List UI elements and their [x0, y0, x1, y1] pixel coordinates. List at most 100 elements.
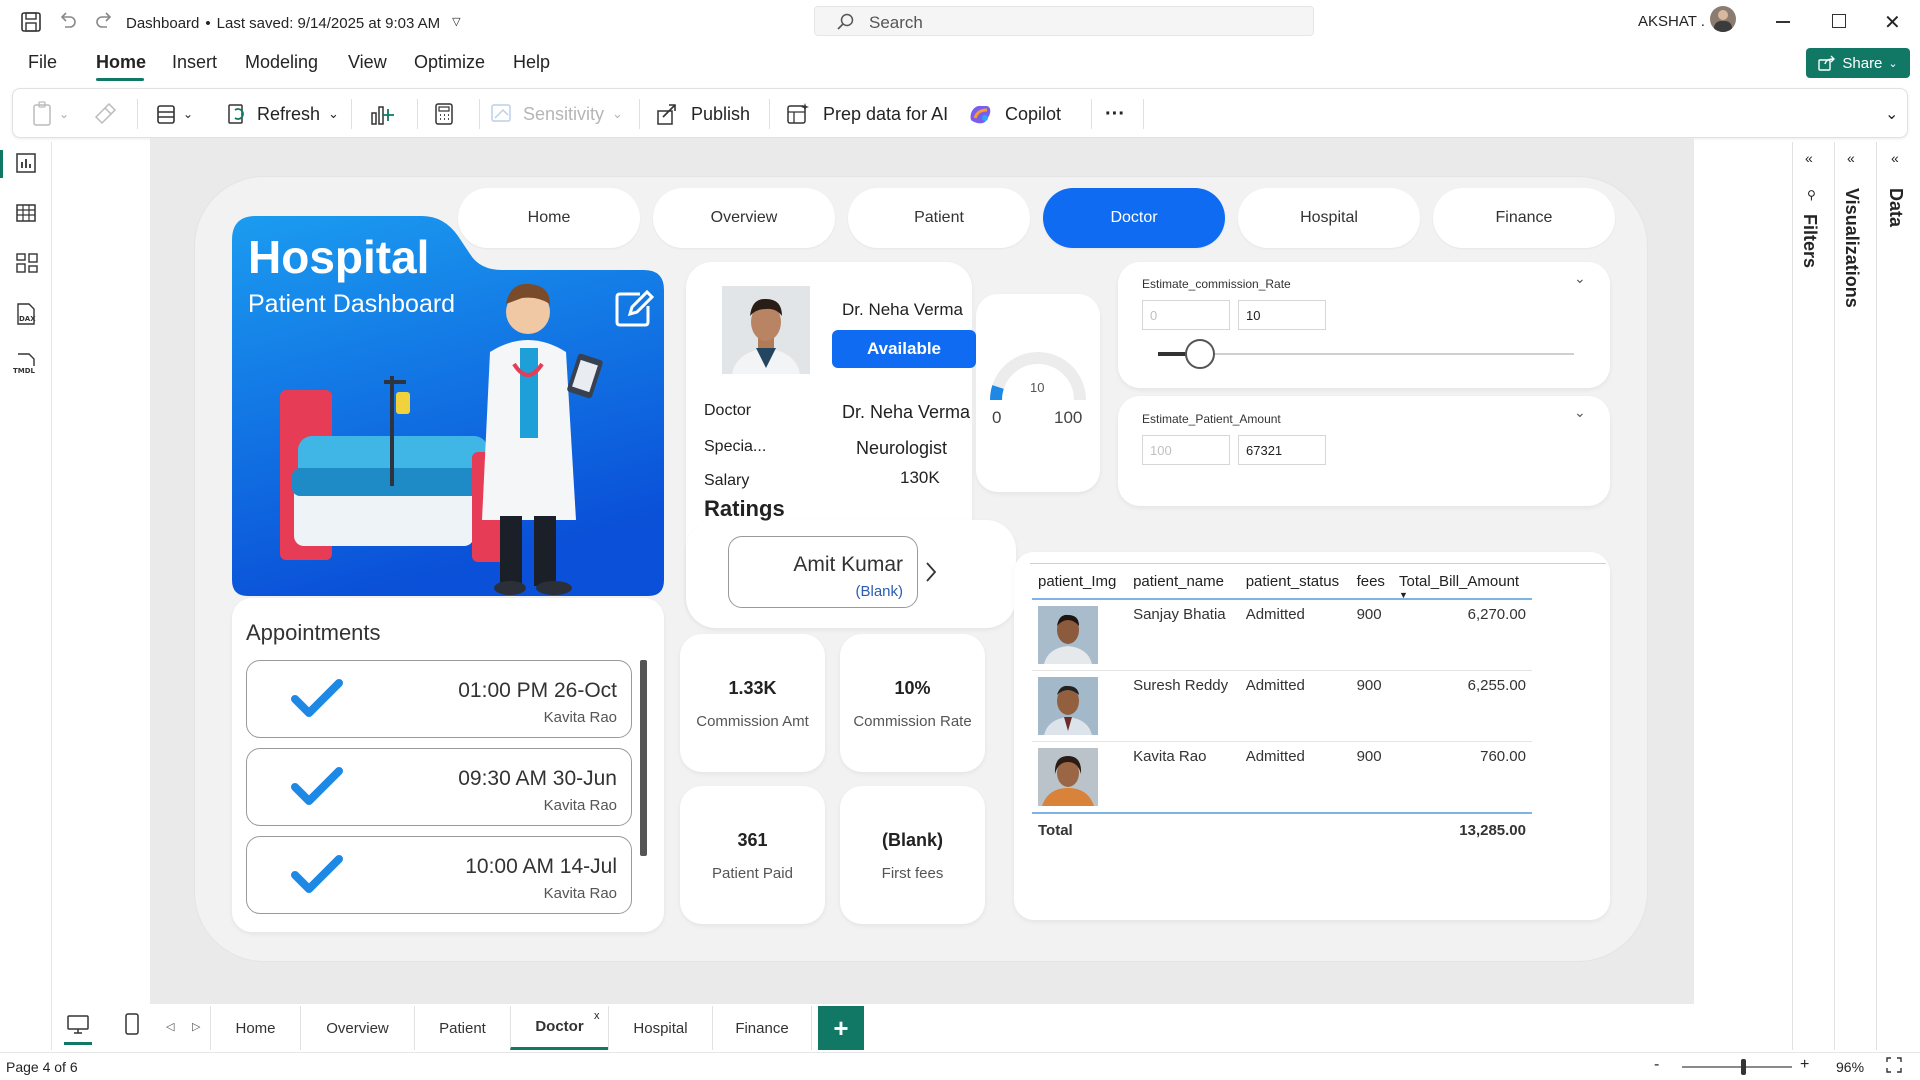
page-tab-overview[interactable]: Overview — [300, 1006, 414, 1050]
page-tab-home[interactable]: Home — [210, 1006, 300, 1050]
paste-button[interactable]: ⌄ — [31, 89, 69, 139]
save-icon[interactable] — [20, 11, 42, 33]
dax-query-icon[interactable]: DAX — [14, 302, 38, 326]
column-header[interactable]: patient_Img — [1032, 566, 1128, 600]
avatar[interactable] — [1710, 6, 1736, 32]
prep-data-ai-button[interactable]: Prep data for AI — [785, 89, 948, 139]
share-button[interactable]: Share ⌄ — [1806, 48, 1910, 78]
column-header[interactable]: patient_status — [1239, 566, 1351, 600]
nav-overview-button[interactable]: Overview — [653, 188, 835, 248]
zoom-slider-thumb[interactable] — [1740, 1059, 1746, 1075]
zoom-out-icon[interactable]: - — [1654, 1056, 1659, 1074]
menu-modeling[interactable]: Modeling — [245, 52, 318, 73]
table-row[interactable]: Suresh Reddy Admitted 900 6,255.00 — [1032, 670, 1532, 742]
report-view-icon[interactable] — [15, 152, 37, 174]
model-view-icon[interactable] — [15, 252, 39, 274]
tmdl-view-icon[interactable]: TMDL — [12, 352, 40, 376]
table-header-row: patient_Img patient_name patient_status … — [1032, 566, 1532, 600]
chevron-right-icon[interactable] — [924, 560, 938, 584]
slicer-value-input[interactable]: 10 — [1238, 300, 1326, 330]
menu-optimize[interactable]: Optimize — [414, 52, 485, 73]
data-pane[interactable]: « Data — [1876, 142, 1920, 1050]
doctor-status-button[interactable]: Available — [832, 330, 976, 368]
close-icon[interactable]: ✕ — [1884, 10, 1901, 35]
slider-track[interactable] — [1158, 353, 1574, 355]
fees-cell: 900 — [1350, 670, 1394, 742]
next-page-icon[interactable]: ▷ — [192, 1020, 200, 1033]
close-tab-icon[interactable]: x — [594, 1010, 600, 1022]
table-row[interactable]: Sanjay Bhatia Admitted 900 6,270.00 — [1032, 599, 1532, 671]
table-view-icon[interactable] — [15, 202, 37, 224]
redo-icon[interactable] — [94, 11, 114, 31]
page-tab-finance[interactable]: Finance — [712, 1006, 812, 1050]
appointment-item[interactable]: 09:30 AM 30-Jun Kavita Rao — [246, 748, 632, 826]
chevron-down-icon: ⌄ — [183, 107, 194, 121]
minimize-icon[interactable] — [1776, 21, 1790, 23]
new-visual-button[interactable] — [369, 89, 395, 139]
zoom-level[interactable]: 96% — [1836, 1059, 1864, 1075]
double-chevron-left-icon[interactable]: « — [1847, 150, 1855, 166]
format-painter-button[interactable] — [93, 89, 117, 139]
add-page-button[interactable]: + — [818, 1006, 864, 1050]
ratings-label: Ratings — [704, 496, 785, 521]
appointment-item[interactable]: 01:00 PM 26-Oct Kavita Rao — [246, 660, 632, 738]
slicer-min-input[interactable]: 0 — [1142, 300, 1230, 330]
page-tab-hospital[interactable]: Hospital — [608, 1006, 712, 1050]
toolbar-separator — [1091, 99, 1092, 129]
sensitivity-button[interactable]: Sensitivity ⌄ — [489, 89, 623, 139]
mobile-layout-icon[interactable] — [124, 1012, 140, 1036]
rating-card[interactable]: Amit Kumar (Blank) — [728, 536, 918, 608]
column-header[interactable]: fees — [1350, 566, 1394, 600]
chevron-down-icon[interactable]: ⌄ — [1574, 404, 1586, 421]
maximize-icon[interactable] — [1832, 14, 1846, 28]
patient-photo — [1038, 677, 1098, 735]
column-header[interactable]: patient_name — [1127, 566, 1240, 600]
desktop-layout-icon[interactable] — [66, 1014, 90, 1036]
double-chevron-left-icon[interactable]: « — [1891, 150, 1899, 166]
menu-view[interactable]: View — [348, 52, 387, 73]
appointment-time: 09:30 AM 30-Jun — [458, 767, 617, 790]
menu-home-underline — [96, 78, 144, 81]
copilot-button[interactable]: Copilot — [967, 89, 1061, 139]
slider-thumb[interactable] — [1184, 339, 1215, 369]
table-top-rule — [1030, 563, 1606, 564]
nav-finance-button[interactable]: Finance — [1433, 188, 1615, 248]
filters-pane[interactable]: « ⚲ Filters — [1792, 142, 1832, 1050]
undo-icon[interactable] — [58, 11, 78, 31]
slicer-value-input[interactable]: 67321 — [1238, 435, 1326, 465]
slicer-title: Estimate_commission_Rate — [1142, 277, 1291, 291]
appointments-scrollbar[interactable] — [640, 660, 647, 856]
menu-help[interactable]: Help — [513, 52, 550, 73]
user-name[interactable]: AKSHAT . — [1638, 13, 1705, 30]
slicer-min-input[interactable]: 100 — [1142, 435, 1230, 465]
nav-doctor-button[interactable]: Doctor — [1043, 188, 1225, 248]
menu-home[interactable]: Home — [96, 52, 146, 73]
more-options-button[interactable]: ··· — [1105, 89, 1125, 139]
zoom-slider-track[interactable] — [1682, 1066, 1792, 1068]
page-tab-patient[interactable]: Patient — [414, 1006, 510, 1050]
filters-pane-label: Filters — [1800, 214, 1820, 269]
column-header-sorted[interactable]: Total_Bill_Amount ▼ — [1393, 566, 1532, 600]
zoom-in-icon[interactable]: + — [1800, 1056, 1809, 1074]
table-row[interactable]: Kavita Rao Admitted 900 760.00 — [1032, 741, 1532, 814]
get-data-button[interactable]: ⌄ — [155, 89, 193, 139]
previous-page-icon[interactable]: ◁ — [166, 1020, 174, 1033]
double-chevron-left-icon[interactable]: « — [1805, 150, 1813, 166]
menu-insert[interactable]: Insert — [172, 52, 217, 73]
publish-button[interactable]: Publish — [655, 89, 750, 139]
menu-file[interactable]: File — [28, 52, 57, 73]
visualizations-pane[interactable]: « Visualizations — [1834, 142, 1874, 1050]
nav-patient-button[interactable]: Patient — [848, 188, 1030, 248]
page-indicator: Page 4 of 6 — [6, 1059, 78, 1075]
fit-to-page-icon[interactable] — [1886, 1057, 1902, 1073]
nav-hospital-button[interactable]: Hospital — [1238, 188, 1420, 248]
appointment-item[interactable]: 10:00 AM 14-Jul Kavita Rao — [246, 836, 632, 914]
refresh-button[interactable]: Refresh ⌄ — [225, 89, 339, 139]
chevron-down-icon[interactable]: ⌄ — [1574, 270, 1586, 287]
ribbon-collapse-button[interactable]: ⌄ — [1885, 89, 1898, 139]
document-title[interactable]: Dashboard • Last saved: 9/14/2025 at 9:0… — [126, 15, 461, 32]
new-measure-button[interactable] — [433, 89, 455, 139]
search-box[interactable]: Search — [814, 6, 1314, 36]
edit-icon[interactable] — [614, 290, 654, 328]
patient-image-cell — [1032, 599, 1128, 671]
